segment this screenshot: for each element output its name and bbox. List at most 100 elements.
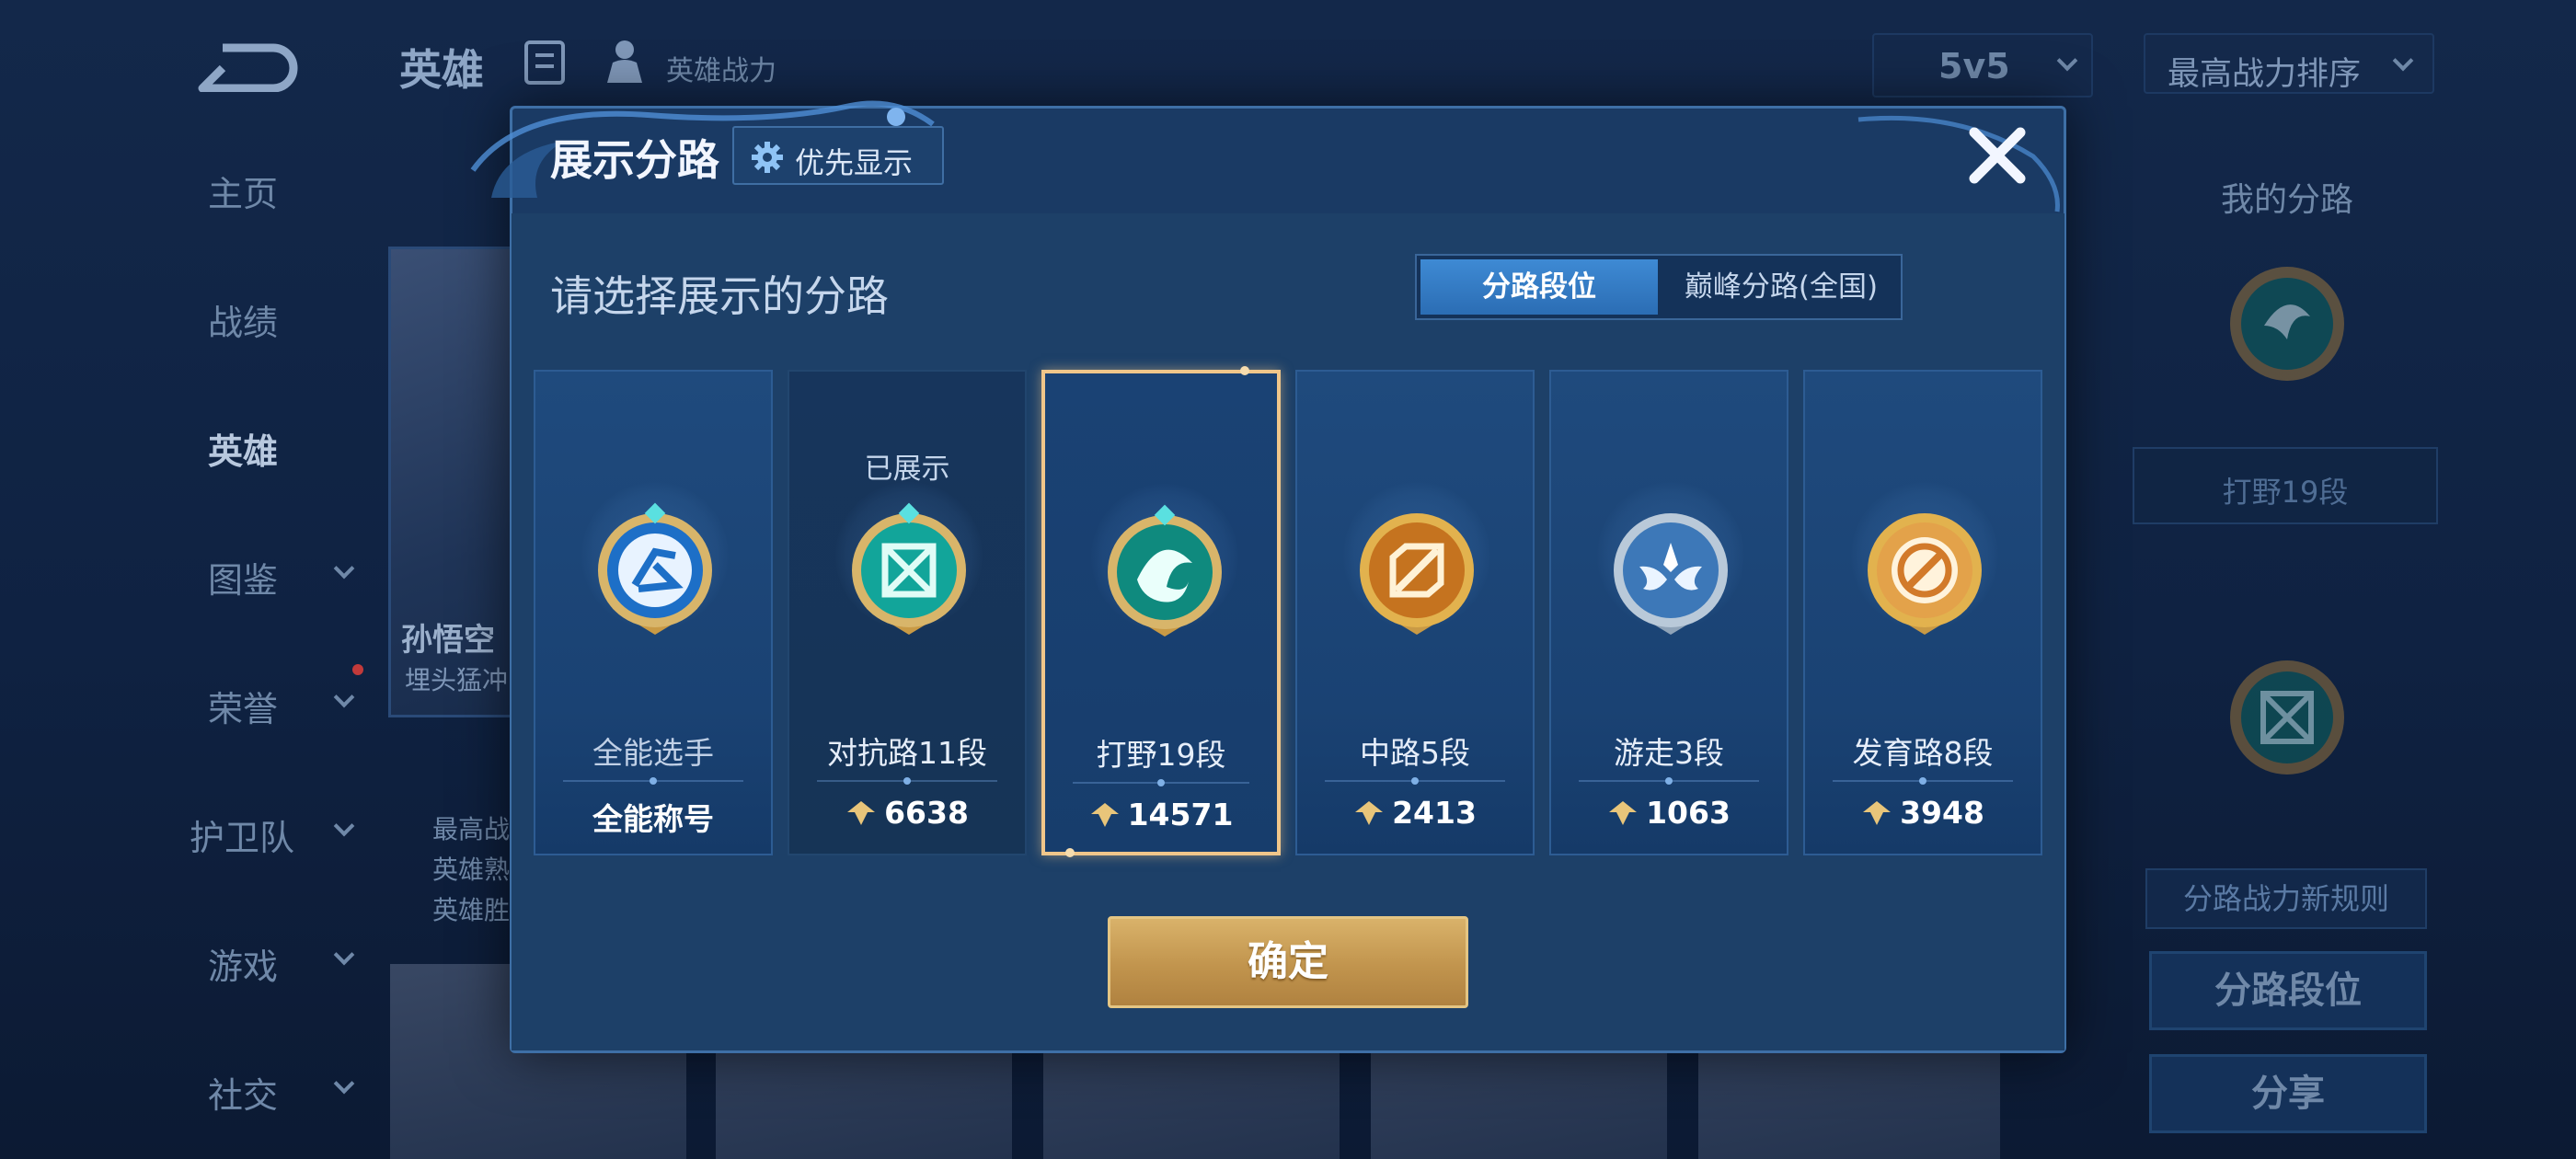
person-icon <box>607 40 642 83</box>
divider <box>563 777 743 785</box>
power-icon <box>847 801 876 825</box>
power-icon <box>1609 801 1638 825</box>
sidebar-item-game[interactable]: 游戏 <box>208 938 392 1012</box>
lane-name: 游走3段 <box>1614 735 1724 771</box>
hero-stat-line: 英雄熟 <box>432 855 511 885</box>
share-button[interactable]: 分享 <box>2149 1054 2427 1133</box>
sidebar-item-home[interactable]: 主页 <box>208 166 392 239</box>
sort-select[interactable]: 最高战力排序 <box>2144 33 2434 94</box>
my-lane-label-text: 打野19段 <box>2222 475 2349 510</box>
list-icon[interactable] <box>524 40 565 85</box>
sidebar-item-hero[interactable]: 英雄 <box>208 423 392 497</box>
confirm-button[interactable]: 确定 <box>1108 916 1468 1008</box>
selection-corner-dot <box>1240 366 1249 375</box>
power-icon <box>1863 801 1892 825</box>
divider <box>1833 777 2013 785</box>
clash-lane-emblem-icon <box>852 502 966 635</box>
lane-rule-link[interactable]: 分路战力新规则 <box>2145 868 2427 929</box>
hero-stat-line: 英雄胜 <box>432 895 511 925</box>
sidebar-item-label: 社交 <box>208 1075 279 1116</box>
sidebar-item-label: 荣誉 <box>208 689 279 729</box>
allround-emblem-icon <box>598 502 712 635</box>
lane-score-value: 14571 <box>1127 797 1234 832</box>
lane-score: 3948 <box>1805 795 2041 831</box>
hero-name: 孙悟空 <box>401 622 495 659</box>
chevron-down-icon <box>2392 50 2414 72</box>
lane-score: 14571 <box>1045 797 1277 832</box>
chevron-down-icon <box>333 944 355 966</box>
hero-power-label: 英雄战力 <box>666 55 776 87</box>
lane-card-farm[interactable]: 发育路8段 3948 <box>1803 370 2042 855</box>
notification-dot <box>352 664 363 675</box>
hero-subtitle: 埋头猛冲 <box>405 665 509 695</box>
roam-emblem-icon <box>1614 513 1728 635</box>
priority-display-button[interactable]: 优先显示 <box>732 126 944 185</box>
lane-score-value: 6638 <box>884 795 969 831</box>
mode-select[interactable]: 5v5 <box>1872 33 2093 98</box>
selection-corner-dot <box>1065 848 1075 857</box>
hero-stat-line: 最高战 <box>432 814 511 844</box>
page-title: 英雄 <box>399 45 484 95</box>
sidebar-item-label: 主页 <box>208 174 279 214</box>
lane-name: 全能选手 <box>592 735 714 771</box>
hero-stats: 最高战 英雄熟 英雄胜 <box>432 809 510 931</box>
sidebar-item-label: 战绩 <box>208 303 279 343</box>
close-icon[interactable] <box>1965 123 2030 188</box>
mode-select-value: 5v5 <box>1938 46 2010 86</box>
mid-lane-emblem-icon <box>1360 513 1474 635</box>
dialog-title: 展示分路 <box>550 135 719 185</box>
lane-card-roam[interactable]: 游走3段 1063 <box>1549 370 1788 855</box>
lane-name: 发育路8段 <box>1852 735 1994 771</box>
lane-score-value: 2413 <box>1392 795 1477 831</box>
sidebar-item-gallery[interactable]: 图鉴 <box>208 552 392 625</box>
sidebar-item-social[interactable]: 社交 <box>208 1067 392 1141</box>
lane-rank-button[interactable]: 分路段位 <box>2149 951 2427 1030</box>
farm-lane-emblem-icon <box>1868 513 1982 635</box>
my-lane-label[interactable]: 打野19段 <box>2133 447 2438 524</box>
jungle-emblem-icon <box>2230 267 2344 381</box>
tab-lane-rank[interactable]: 分路段位 <box>1420 259 1658 315</box>
gear-icon <box>752 142 783 173</box>
my-lane-title: 我的分路 <box>2221 181 2354 219</box>
jungle-emblem-icon <box>1108 504 1222 637</box>
sidebar-item-honor[interactable]: 荣誉 <box>208 681 392 754</box>
sidebar-item-label: 护卫队 <box>190 818 295 858</box>
lane-name: 对抗路11段 <box>827 735 987 771</box>
shown-label: 已展示 <box>864 453 950 486</box>
lane-tabs: 分路段位 巅峰分路(全国) <box>1415 254 1903 320</box>
lane-card-allround[interactable]: 全能选手 全能称号 <box>534 370 773 855</box>
lane-name: 打野19段 <box>1096 737 1226 773</box>
chevron-down-icon <box>333 686 355 708</box>
lane-card-mid[interactable]: 中路5段 2413 <box>1295 370 1535 855</box>
divider <box>817 777 997 785</box>
lane-card-clash[interactable]: 已展示 对抗路11段 6638 <box>788 370 1027 855</box>
divider <box>1579 777 1759 785</box>
power-icon <box>1355 801 1384 825</box>
lane-score: 全能称号 <box>535 795 771 839</box>
lane-score-value: 全能称号 <box>592 801 714 837</box>
clash-lane-emblem-icon <box>2230 660 2344 775</box>
priority-display-label: 优先显示 <box>795 145 914 180</box>
lane-score: 1063 <box>1551 795 1787 831</box>
tab-peak-lane[interactable]: 巅峰分路(全国) <box>1662 259 1901 315</box>
sidebar-item-record[interactable]: 战绩 <box>208 294 392 368</box>
sidebar-item-label: 图鉴 <box>208 560 279 601</box>
divider <box>1325 777 1505 785</box>
sidebar-item-label: 游戏 <box>208 947 279 987</box>
chevron-down-icon <box>2056 50 2078 72</box>
sidebar-item-label: 英雄 <box>208 431 279 472</box>
lane-score-value: 1063 <box>1646 795 1731 831</box>
sidebar-item-guard[interactable]: 护卫队 <box>190 809 374 883</box>
chevron-down-icon <box>333 1073 355 1095</box>
back-arrow-icon[interactable] <box>195 37 301 92</box>
sort-select-value: 最高战力排序 <box>2168 56 2362 93</box>
select-lane-prompt: 请选择展示的分路 <box>550 271 889 321</box>
power-icon <box>1090 803 1119 827</box>
lane-score: 6638 <box>789 795 1025 831</box>
chevron-down-icon <box>333 815 355 837</box>
lane-name: 中路5段 <box>1360 735 1470 771</box>
chevron-down-icon <box>333 557 355 580</box>
lane-card-jungle[interactable]: 打野19段 14571 <box>1041 370 1281 855</box>
lane-score-value: 3948 <box>1900 795 1984 831</box>
lane-score: 2413 <box>1297 795 1533 831</box>
